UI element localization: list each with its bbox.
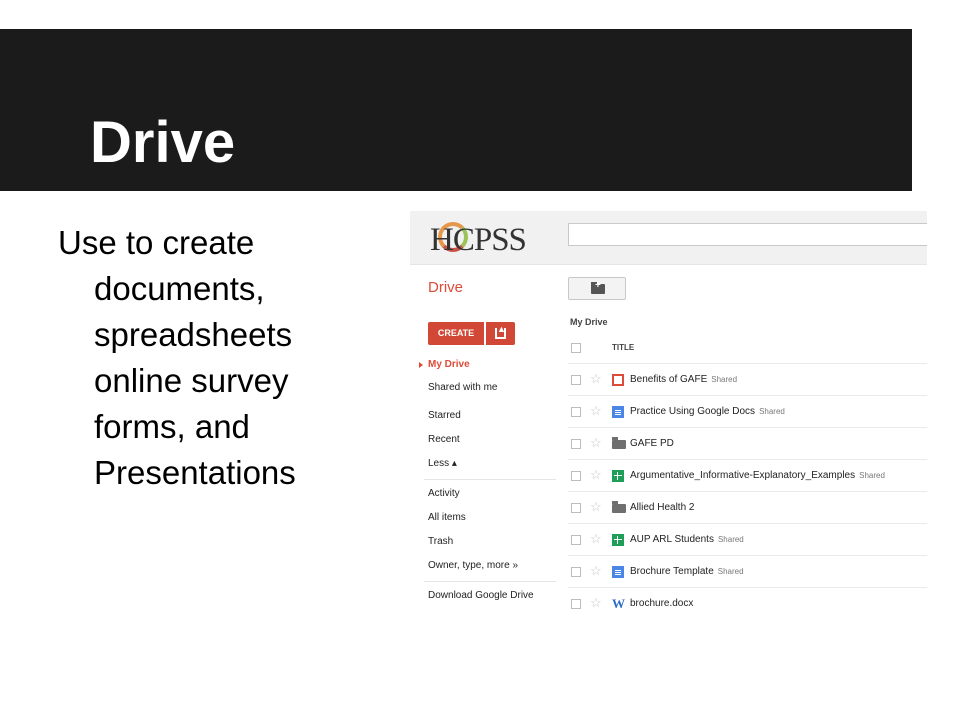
sidebar-item-all-items[interactable]: All items [428, 512, 466, 523]
row-checkbox[interactable] [571, 567, 581, 577]
star-icon[interactable]: ☆ [590, 564, 602, 577]
list-header-row: TITLE [568, 332, 927, 364]
file-name[interactable]: Benefits of GAFE Shared [630, 374, 737, 385]
sidebar-item-owner-type-more[interactable]: Owner, type, more » [428, 560, 518, 571]
sidebar-item-activity[interactable]: Activity [428, 488, 460, 499]
upload-button[interactable]: ▲ [486, 322, 515, 345]
file-row[interactable]: ☆ Argumentative_Informative-Explanatory_… [568, 460, 927, 492]
slide-body: Use to create documents, spreadsheets on… [58, 220, 358, 496]
file-name[interactable]: AUP ARL Students Shared [630, 534, 744, 545]
body-line: spreadsheets [94, 316, 293, 353]
row-checkbox[interactable] [571, 375, 581, 385]
slide-title: Drive [90, 110, 236, 175]
file-name[interactable]: Brochure Template Shared [630, 566, 744, 577]
sidebar-divider [424, 581, 556, 582]
row-checkbox[interactable] [571, 535, 581, 545]
sidebar-divider [424, 479, 556, 480]
sidebar-item-trash[interactable]: Trash [428, 536, 453, 547]
file-name[interactable]: brochure.docx [630, 598, 693, 609]
star-icon[interactable]: ☆ [590, 596, 602, 609]
folder-icon [612, 437, 626, 449]
sidebar-item-my-drive[interactable]: My Drive [428, 359, 470, 370]
folder-icon [612, 501, 626, 513]
shared-badge: Shared [711, 375, 738, 384]
sidebar-item-download-drive[interactable]: Download Google Drive [428, 590, 534, 601]
expand-caret-icon [419, 362, 423, 368]
body-line: Presentations [94, 454, 296, 491]
row-checkbox[interactable] [571, 599, 581, 609]
body-line: Use to create [58, 224, 255, 261]
plus-icon: + [595, 280, 601, 291]
logo-text: HCPSS [430, 222, 527, 258]
star-icon[interactable]: ☆ [590, 436, 602, 449]
body-line: forms, and [94, 408, 250, 445]
row-checkbox[interactable] [571, 439, 581, 449]
star-icon[interactable]: ☆ [590, 500, 602, 513]
word-icon: W [612, 596, 625, 611]
row-checkbox[interactable] [571, 407, 581, 417]
doc-icon [612, 566, 624, 578]
file-row[interactable]: ☆ AUP ARL Students Shared [568, 524, 927, 556]
shared-badge: Shared [859, 471, 885, 480]
sidebar-item-starred[interactable]: Starred [428, 410, 461, 421]
file-name[interactable]: Practice Using Google Docs Shared [630, 406, 785, 417]
upload-arrow-icon: ▲ [497, 324, 506, 334]
shared-badge: Shared [717, 535, 744, 544]
star-icon[interactable]: ☆ [590, 468, 602, 481]
drive-header: HCPSS [410, 211, 927, 265]
drive-screenshot: HCPSS Drive + CREATE ▲ My Drive Shared w… [410, 211, 927, 626]
shared-badge: Shared [759, 407, 785, 416]
body-line: documents, [94, 270, 265, 307]
star-icon[interactable]: ☆ [590, 404, 602, 417]
body-line: online survey [94, 362, 289, 399]
create-button[interactable]: CREATE [428, 322, 484, 345]
select-all-checkbox[interactable] [571, 343, 581, 353]
hcpss-logo: HCPSS [430, 219, 542, 259]
slides-icon [612, 374, 624, 386]
sidebar-item-shared-with-me[interactable]: Shared with me [428, 382, 497, 393]
row-checkbox[interactable] [571, 503, 581, 513]
file-row[interactable]: ☆ W brochure.docx [568, 588, 927, 620]
column-header-title[interactable]: TITLE [612, 343, 634, 352]
star-icon[interactable]: ☆ [590, 372, 602, 385]
breadcrumb: My Drive [570, 317, 608, 327]
file-row[interactable]: ☆ GAFE PD [568, 428, 927, 460]
row-checkbox[interactable] [571, 471, 581, 481]
new-folder-button[interactable]: + [568, 277, 626, 300]
shared-badge: Shared [717, 567, 744, 576]
file-name[interactable]: Argumentative_Informative-Explanatory_Ex… [630, 470, 885, 481]
file-row[interactable]: ☆ Allied Health 2 [568, 492, 927, 524]
drive-app-title: Drive [428, 279, 464, 296]
file-row[interactable]: ☆ Brochure Template Shared [568, 556, 927, 588]
file-name[interactable]: Allied Health 2 [630, 502, 694, 513]
file-row[interactable]: ☆ Benefits of GAFE Shared [568, 364, 927, 396]
sidebar-item-recent[interactable]: Recent [428, 434, 460, 445]
file-name[interactable]: GAFE PD [630, 438, 674, 449]
doc-icon [612, 406, 624, 418]
sidebar-item-less[interactable]: Less ▴ [428, 458, 457, 469]
file-row[interactable]: ☆ Practice Using Google Docs Shared [568, 396, 927, 428]
star-icon[interactable]: ☆ [590, 532, 602, 545]
sheet-icon [612, 470, 624, 482]
search-input[interactable] [568, 223, 927, 246]
sheet-icon [612, 534, 624, 546]
